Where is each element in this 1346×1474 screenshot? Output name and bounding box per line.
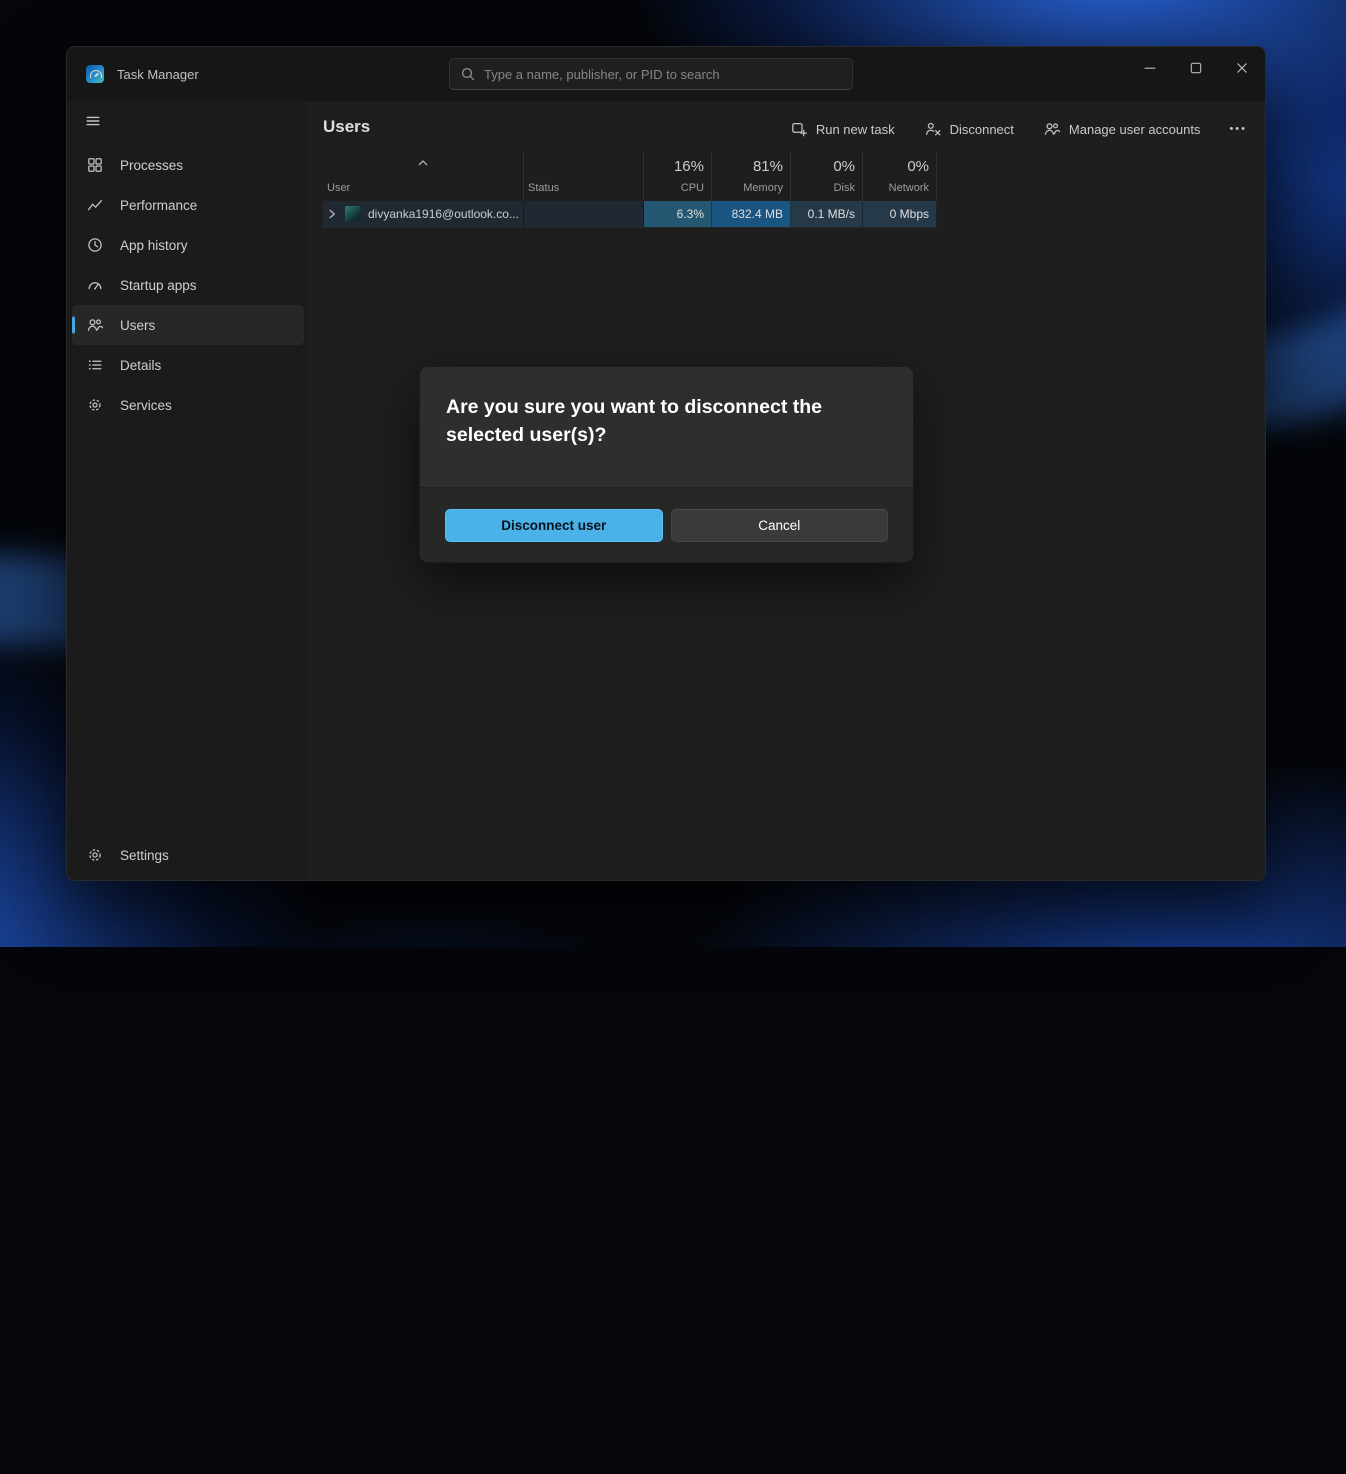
task-manager-window: Task Manager Processes [66, 46, 1266, 881]
dialog-footer: Disconnect user Cancel [420, 487, 913, 562]
cancel-button[interactable]: Cancel [671, 509, 889, 542]
disconnect-user-button[interactable]: Disconnect user [445, 509, 663, 542]
dialog-message: Are you sure you want to disconnect the … [420, 367, 913, 449]
disconnect-confirmation-dialog: Are you sure you want to disconnect the … [419, 366, 914, 563]
